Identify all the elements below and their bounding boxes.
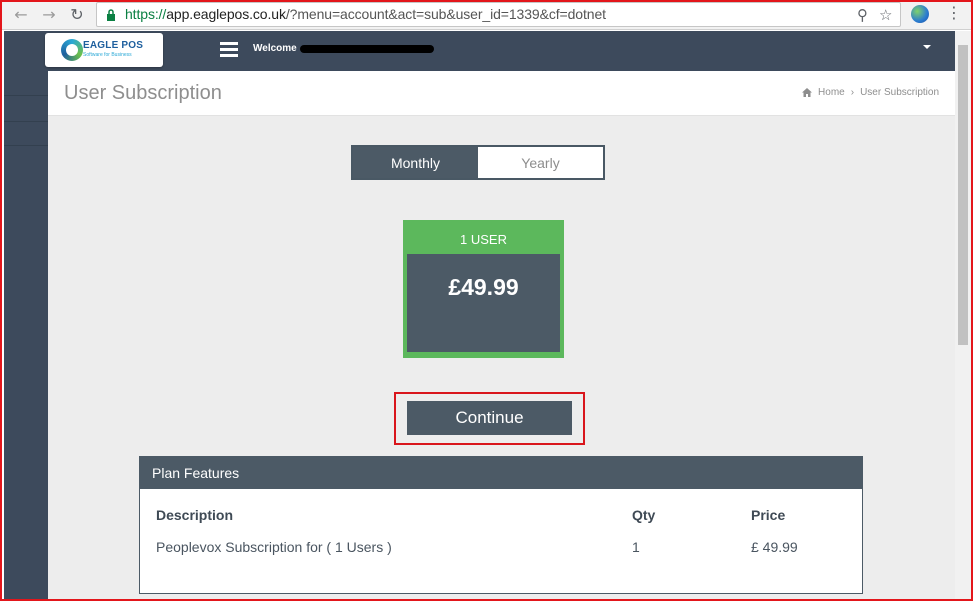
url-text: https://app.eaglepos.co.uk/?menu=account… xyxy=(125,6,606,22)
welcome-text: Welcome xyxy=(253,43,297,54)
scrollbar-thumb[interactable] xyxy=(958,45,968,345)
breadcrumb-current: User Subscription xyxy=(860,87,939,98)
plan-features-title: Plan Features xyxy=(140,457,862,489)
breadcrumb-home[interactable]: Home xyxy=(818,87,845,98)
browser-menu-icon[interactable]: ⋮ xyxy=(946,3,962,22)
address-bar[interactable]: https://app.eaglepos.co.uk/?menu=account… xyxy=(96,2,901,27)
app-header: EAGLE POS Software for Business Welcome xyxy=(4,31,955,71)
plan-name: 1 USER xyxy=(460,232,507,247)
column-header-price: Price xyxy=(751,507,786,523)
sidebar-divider xyxy=(4,145,48,146)
logo-swirl-icon xyxy=(61,39,83,61)
bookmark-star-icon[interactable]: ☆ xyxy=(879,6,892,24)
table-header-row: Description Qty Price xyxy=(156,507,846,539)
yearly-toggle-button[interactable]: Yearly xyxy=(478,147,603,178)
continue-button[interactable]: Continue xyxy=(407,401,572,435)
table-row: Peoplevox Subscription for ( 1 Users ) 1… xyxy=(156,539,846,571)
page-scrollbar[interactable] xyxy=(955,31,971,601)
row-description: Peoplevox Subscription for ( 1 Users ) xyxy=(156,539,392,555)
browser-toolbar: ← → ↻ https://app.eaglepos.co.uk/?menu=a… xyxy=(0,0,973,30)
page-title: User Subscription xyxy=(64,82,222,104)
zoom-icon[interactable]: ⚲ xyxy=(857,6,868,24)
reload-icon[interactable]: ↻ xyxy=(66,4,88,26)
logo-tagline: Software for Business xyxy=(83,52,132,58)
plan-features-table: Description Qty Price Peoplevox Subscrip… xyxy=(156,507,846,571)
app-sidebar xyxy=(4,31,48,601)
row-price: £ 49.99 xyxy=(751,539,798,555)
breadcrumb-separator-icon: › xyxy=(850,87,855,98)
page-header: User Subscription Home › User Subscripti… xyxy=(48,71,955,116)
redacted-username xyxy=(300,45,434,53)
plan-features-panel: Plan Features Description Qty Price Peop… xyxy=(139,456,863,594)
main-content: User Subscription Home › User Subscripti… xyxy=(48,71,955,601)
forward-arrow-icon[interactable]: → xyxy=(38,4,60,26)
hamburger-menu-icon[interactable] xyxy=(220,42,238,58)
logo-name: EAGLE POS xyxy=(83,40,144,51)
lock-icon xyxy=(107,9,115,21)
sidebar-divider xyxy=(4,95,48,96)
back-arrow-icon[interactable]: ← xyxy=(10,4,32,26)
column-header-description: Description xyxy=(156,507,234,523)
eagle-pos-logo[interactable]: EAGLE POS Software for Business xyxy=(45,33,163,67)
home-icon xyxy=(802,88,813,97)
row-qty: 1 xyxy=(632,539,640,555)
plan-price: £49.99 xyxy=(448,274,519,300)
extension-globe-icon[interactable] xyxy=(911,5,929,23)
sidebar-divider xyxy=(4,121,48,122)
column-header-qty: Qty xyxy=(632,507,656,523)
monthly-toggle-button[interactable]: Monthly xyxy=(353,147,478,178)
user-dropdown-caret-icon[interactable] xyxy=(923,45,931,49)
breadcrumb: Home › User Subscription xyxy=(802,87,939,98)
plan-price-box: £49.99 xyxy=(407,254,560,352)
billing-period-toggle: Monthly Yearly xyxy=(351,145,605,180)
plan-card[interactable]: 1 USER £49.99 xyxy=(403,220,564,358)
